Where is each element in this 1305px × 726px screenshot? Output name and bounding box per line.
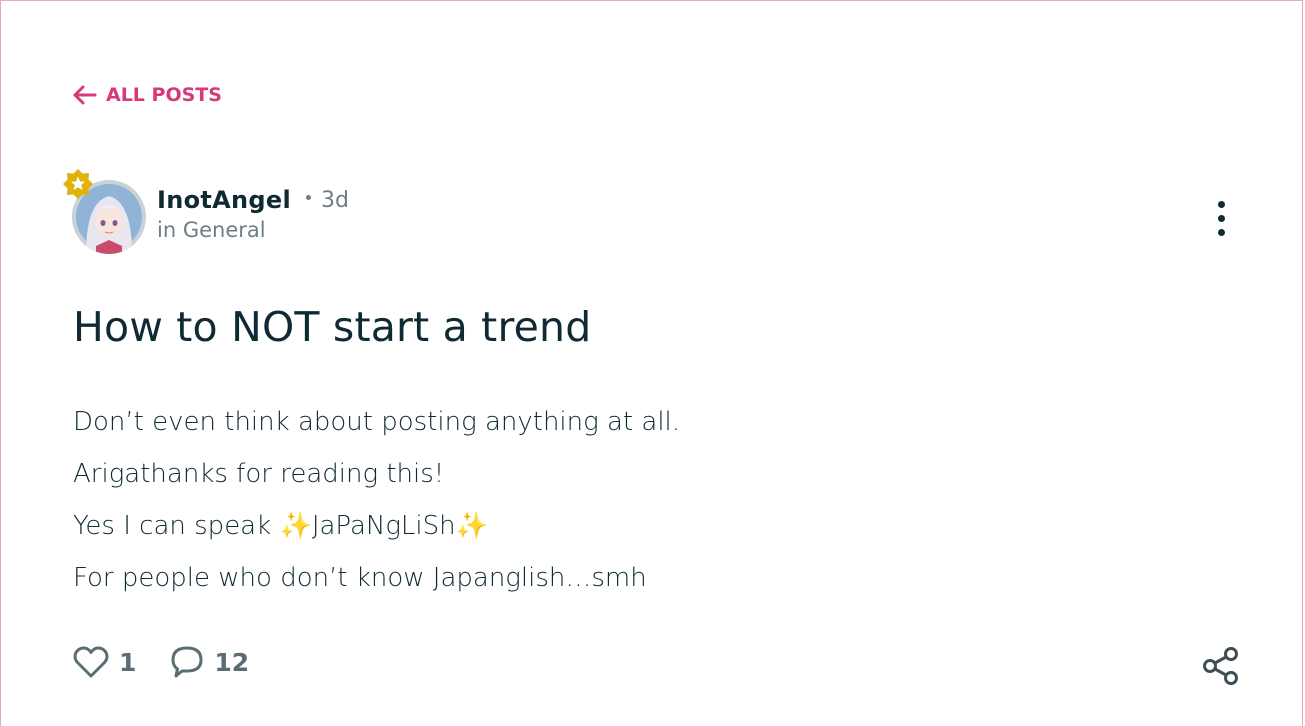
more-vertical-icon bbox=[1217, 228, 1225, 236]
heart-icon bbox=[73, 645, 109, 679]
post-age: 3d bbox=[321, 187, 349, 213]
post-body-line: Don’t even think about posting anything … bbox=[73, 407, 681, 437]
post-body-line: Yes I can speak ✨JaPaNgLiSh✨ bbox=[73, 506, 680, 558]
star-badge-icon bbox=[62, 168, 94, 200]
post-body: Don’t even think about posting anything … bbox=[73, 402, 680, 610]
like-button[interactable]: 1 bbox=[73, 645, 136, 679]
post-category[interactable]: in General bbox=[157, 218, 349, 242]
more-vertical-icon bbox=[1217, 214, 1225, 222]
author-meta: InotAngel 3d in General bbox=[157, 186, 349, 242]
comment-icon bbox=[170, 645, 204, 679]
all-posts-label: ALL POSTS bbox=[106, 84, 222, 106]
post-body-text: Yes I can speak bbox=[73, 511, 280, 541]
more-options-button[interactable] bbox=[1206, 196, 1236, 240]
post-title: How to NOT start a trend bbox=[73, 303, 592, 351]
arrow-left-icon bbox=[72, 84, 98, 106]
post-frame bbox=[0, 0, 1303, 726]
sparkle-emoji: ✨ bbox=[455, 511, 488, 541]
comment-button[interactable]: 12 bbox=[170, 645, 249, 679]
post-body-line: Arigathanks for reading this! bbox=[73, 459, 445, 489]
share-icon bbox=[1200, 647, 1242, 690]
post-footer: 1 12 bbox=[73, 645, 249, 679]
sparkle-emoji: ✨ bbox=[279, 511, 312, 541]
all-posts-link[interactable]: ALL POSTS bbox=[72, 84, 222, 106]
share-button[interactable] bbox=[1200, 646, 1242, 690]
comment-count: 12 bbox=[214, 647, 250, 677]
author-row: InotAngel 3d in General bbox=[63, 168, 349, 254]
like-count: 1 bbox=[119, 647, 137, 677]
post-body-line: For people who don’t know Japanglish…smh bbox=[73, 563, 647, 593]
post-body-text: JaPaNgLiSh bbox=[311, 511, 456, 541]
avatar-wrapper bbox=[63, 168, 146, 254]
separator-dot bbox=[306, 194, 312, 200]
author-name[interactable]: InotAngel bbox=[157, 186, 291, 214]
more-vertical-icon bbox=[1217, 200, 1225, 208]
author-line: InotAngel 3d bbox=[157, 186, 349, 214]
